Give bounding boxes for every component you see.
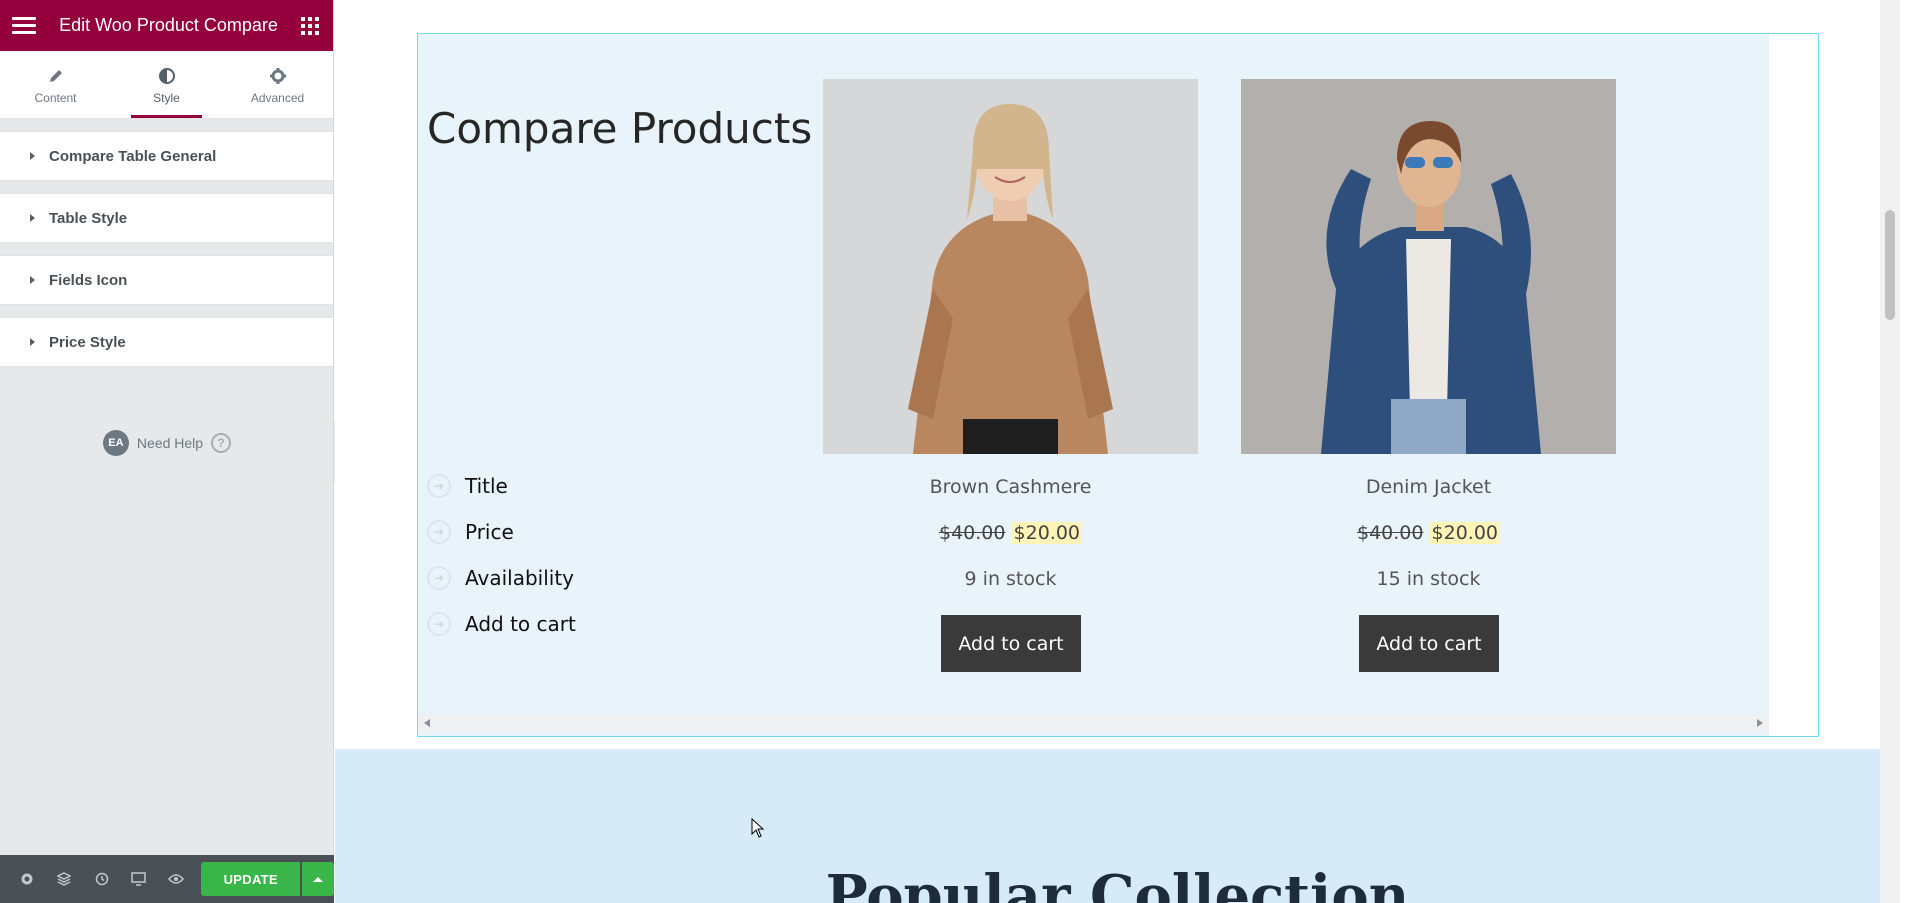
navigator-layers-icon[interactable]: [45, 855, 82, 903]
settings-gear-icon[interactable]: [8, 855, 45, 903]
panel-tabs: Content Style Advanced: [0, 51, 333, 119]
pencil-icon: [48, 65, 64, 87]
section-price-style[interactable]: Price Style: [0, 317, 333, 367]
field-availability: ➔ Availability: [427, 566, 574, 590]
panel-footer: UPDATE: [0, 855, 334, 903]
popular-collection-title: Popular Collection: [825, 863, 1410, 903]
need-help-link[interactable]: EA Need Help ?: [0, 430, 334, 456]
preview-eye-icon[interactable]: [158, 855, 195, 903]
widgets-grid-icon[interactable]: [301, 16, 319, 35]
regular-price: $40.00: [1356, 522, 1424, 544]
field-add-to-cart: ➔ Add to cart: [427, 612, 576, 636]
section-compare-table-general[interactable]: Compare Table General: [0, 131, 333, 181]
page-vertical-scrollbar[interactable]: [1880, 0, 1900, 903]
need-help-label: Need Help: [136, 435, 204, 451]
half-circle-icon: [158, 65, 176, 87]
product-availability: 9 in stock: [964, 568, 1057, 590]
tab-content-label: Content: [34, 90, 77, 105]
popular-collection-section: Popular Collection: [335, 749, 1900, 903]
mouse-cursor-icon: [751, 817, 765, 843]
product-image-brown-cashmere[interactable]: [823, 79, 1198, 454]
tab-content[interactable]: Content: [0, 51, 111, 118]
compare-title: Compare Products: [427, 104, 813, 153]
update-options-button[interactable]: [302, 862, 334, 896]
responsive-desktop-icon[interactable]: [120, 855, 157, 903]
product-title[interactable]: Brown Cashmere: [823, 476, 1198, 498]
history-icon[interactable]: [83, 855, 120, 903]
section-label: Compare Table General: [49, 147, 217, 165]
field-title: ➔ Title: [427, 474, 508, 498]
add-to-cart-button[interactable]: Add to cart: [941, 615, 1081, 672]
sale-price: $20.00: [1011, 522, 1082, 544]
arrow-right-circle-icon: ➔: [427, 474, 451, 498]
product-price: $40.00 $20.00: [823, 522, 1198, 544]
section-label: Table Style: [49, 209, 128, 227]
scroll-left-icon[interactable]: [424, 719, 430, 727]
tab-advanced-label: Advanced: [250, 90, 305, 105]
panel-title: Edit Woo Product Compare: [59, 15, 278, 35]
product-image-denim-jacket[interactable]: [1241, 79, 1616, 454]
table-horizontal-scrollbar[interactable]: [418, 714, 1769, 732]
editor-panel: Edit Woo Product Compare Content Style A…: [0, 0, 334, 903]
section-label: Fields Icon: [49, 271, 128, 289]
sale-price: $20.00: [1429, 522, 1500, 544]
menu-icon[interactable]: [12, 14, 36, 38]
tab-style[interactable]: Style: [111, 51, 222, 118]
product-price: $40.00 $20.00: [1241, 522, 1616, 544]
field-price: ➔ Price: [427, 520, 514, 544]
tab-advanced[interactable]: Advanced: [222, 51, 333, 118]
caret-right-icon: [30, 152, 35, 160]
caret-right-icon: [30, 338, 35, 346]
arrow-right-circle-icon: ➔: [427, 520, 451, 544]
field-label: Add to cart: [465, 612, 576, 636]
regular-price: $40.00: [938, 522, 1006, 544]
caret-right-icon: [30, 276, 35, 284]
arrow-right-circle-icon: ➔: [427, 566, 451, 590]
field-label: Price: [465, 520, 514, 544]
scrollbar-thumb[interactable]: [1885, 210, 1895, 320]
scroll-right-icon[interactable]: [1757, 719, 1763, 727]
compare-table: Compare Products ➔ Title ➔ Price ➔ Avail…: [418, 34, 1769, 736]
ea-logo-icon: EA: [102, 430, 129, 456]
section-fields-icon[interactable]: Fields Icon: [0, 255, 333, 305]
caret-right-icon: [30, 214, 35, 222]
tab-style-label: Style: [153, 90, 180, 105]
add-to-cart-button[interactable]: Add to cart: [1359, 615, 1499, 672]
update-button[interactable]: UPDATE: [201, 862, 301, 896]
help-question-icon: ?: [211, 433, 232, 453]
arrow-right-circle-icon: ➔: [427, 612, 451, 636]
product-availability: 15 in stock: [1376, 568, 1481, 590]
section-label: Price Style: [49, 333, 126, 351]
gear-icon: [269, 65, 287, 87]
field-label: Availability: [465, 566, 575, 590]
panel-header: Edit Woo Product Compare: [0, 0, 333, 51]
field-label: Title: [465, 474, 508, 498]
product-title[interactable]: Denim Jacket: [1241, 476, 1616, 498]
preview-canvas: Compare Products ➔ Title ➔ Price ➔ Avail…: [335, 0, 1900, 903]
woo-product-compare-widget[interactable]: Compare Products ➔ Title ➔ Price ➔ Avail…: [417, 33, 1819, 737]
section-table-style[interactable]: Table Style: [0, 193, 333, 243]
caret-up-icon: [313, 876, 324, 882]
